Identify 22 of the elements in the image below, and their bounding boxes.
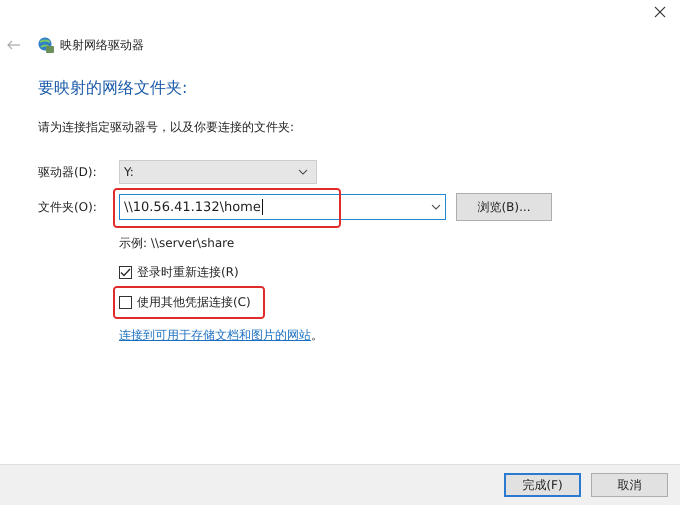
instruction-text: 请为连接指定驱动器号，以及你要连接的文件夹: (38, 119, 296, 136)
drive-dropdown[interactable]: Y: (119, 160, 317, 184)
close-icon[interactable] (654, 6, 666, 18)
drive-label: 驱动器(D): (38, 164, 98, 180)
example-text: 示例: \\server\share (119, 235, 236, 252)
browse-button[interactable]: 浏览(B)... (456, 193, 552, 221)
folder-combobox[interactable]: \\10.56.41.132\home (119, 194, 446, 220)
network-drive-icon (37, 36, 55, 54)
checkbox[interactable] (119, 296, 132, 309)
finish-button[interactable]: 完成(F) (504, 473, 581, 497)
checkbox[interactable] (119, 266, 132, 279)
heading: 要映射的网络文件夹: (38, 78, 188, 99)
checkbox-label[interactable]: 使用其他凭据连接(C) (137, 294, 251, 311)
cancel-button[interactable]: 取消 (591, 473, 668, 497)
website-link[interactable]: 连接到可用于存储文档和图片的网站 (119, 327, 311, 344)
folder-label: 文件夹(O): (38, 198, 98, 216)
window-title: 映射网络驱动器 (60, 36, 144, 54)
period-text: 。 (311, 327, 323, 344)
checkbox-label[interactable]: 登录时重新连接(R) (137, 264, 239, 281)
chevron-down-icon (431, 204, 441, 210)
chevron-down-icon (298, 169, 308, 175)
checkmark-icon (120, 268, 131, 277)
